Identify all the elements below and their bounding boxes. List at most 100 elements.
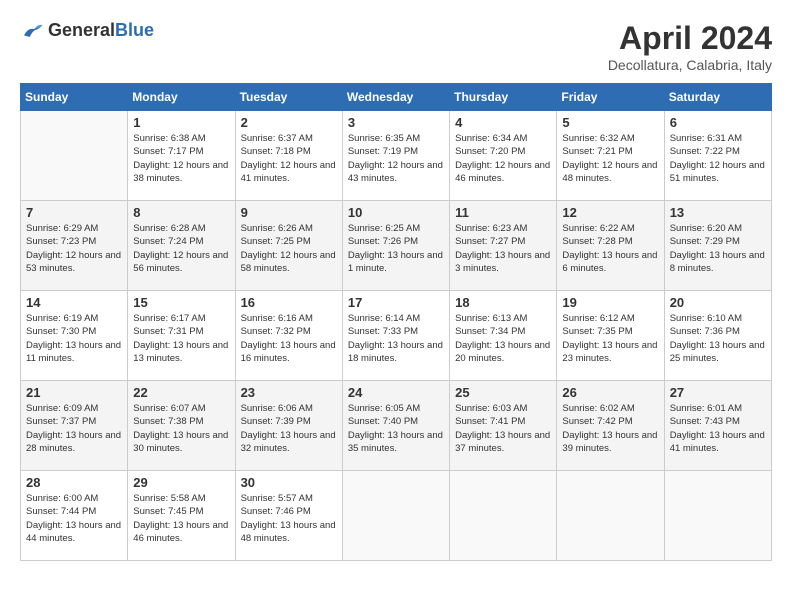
day-number: 6	[670, 115, 766, 130]
calendar-cell	[342, 471, 449, 561]
weekday-header-friday: Friday	[557, 84, 664, 111]
logo-general: General	[48, 20, 115, 40]
day-number: 9	[241, 205, 337, 220]
day-info: Sunrise: 6:31 AMSunset: 7:22 PMDaylight:…	[670, 132, 766, 185]
day-info: Sunrise: 6:06 AMSunset: 7:39 PMDaylight:…	[241, 402, 337, 455]
day-info: Sunrise: 6:05 AMSunset: 7:40 PMDaylight:…	[348, 402, 444, 455]
day-number: 24	[348, 385, 444, 400]
day-number: 4	[455, 115, 551, 130]
day-number: 1	[133, 115, 229, 130]
logo-text: GeneralBlue	[48, 20, 154, 41]
day-info: Sunrise: 6:28 AMSunset: 7:24 PMDaylight:…	[133, 222, 229, 275]
day-number: 23	[241, 385, 337, 400]
day-info: Sunrise: 6:19 AMSunset: 7:30 PMDaylight:…	[26, 312, 122, 365]
day-info: Sunrise: 6:17 AMSunset: 7:31 PMDaylight:…	[133, 312, 229, 365]
day-number: 14	[26, 295, 122, 310]
day-info: Sunrise: 6:00 AMSunset: 7:44 PMDaylight:…	[26, 492, 122, 545]
day-info: Sunrise: 6:03 AMSunset: 7:41 PMDaylight:…	[455, 402, 551, 455]
weekday-header-sunday: Sunday	[21, 84, 128, 111]
day-number: 15	[133, 295, 229, 310]
calendar-week-3: 14 Sunrise: 6:19 AMSunset: 7:30 PMDayligh…	[21, 291, 772, 381]
day-info: Sunrise: 5:57 AMSunset: 7:46 PMDaylight:…	[241, 492, 337, 545]
day-number: 10	[348, 205, 444, 220]
day-number: 25	[455, 385, 551, 400]
day-info: Sunrise: 6:01 AMSunset: 7:43 PMDaylight:…	[670, 402, 766, 455]
day-number: 19	[562, 295, 658, 310]
weekday-header-thursday: Thursday	[450, 84, 557, 111]
calendar-cell: 13 Sunrise: 6:20 AMSunset: 7:29 PMDayligh…	[664, 201, 771, 291]
calendar-cell: 1Sunrise: 6:38 AMSunset: 7:17 PMDaylight…	[128, 111, 235, 201]
calendar-cell: 17 Sunrise: 6:14 AMSunset: 7:33 PMDayligh…	[342, 291, 449, 381]
calendar-body: 1Sunrise: 6:38 AMSunset: 7:17 PMDaylight…	[21, 111, 772, 561]
calendar-table: SundayMondayTuesdayWednesdayThursdayFrid…	[20, 83, 772, 561]
day-number: 16	[241, 295, 337, 310]
day-number: 11	[455, 205, 551, 220]
day-number: 28	[26, 475, 122, 490]
calendar-week-1: 1Sunrise: 6:38 AMSunset: 7:17 PMDaylight…	[21, 111, 772, 201]
calendar-cell	[557, 471, 664, 561]
calendar-cell: 30 Sunrise: 5:57 AMSunset: 7:46 PMDayligh…	[235, 471, 342, 561]
page-header: GeneralBlue April 2024 Decollatura, Cala…	[20, 20, 772, 73]
day-number: 5	[562, 115, 658, 130]
day-info: Sunrise: 6:12 AMSunset: 7:35 PMDaylight:…	[562, 312, 658, 365]
calendar-cell: 23 Sunrise: 6:06 AMSunset: 7:39 PMDayligh…	[235, 381, 342, 471]
day-number: 12	[562, 205, 658, 220]
day-number: 8	[133, 205, 229, 220]
logo-icon	[20, 21, 44, 41]
day-info: Sunrise: 6:25 AMSunset: 7:26 PMDaylight:…	[348, 222, 444, 275]
day-info: Sunrise: 6:16 AMSunset: 7:32 PMDaylight:…	[241, 312, 337, 365]
calendar-week-5: 28 Sunrise: 6:00 AMSunset: 7:44 PMDayligh…	[21, 471, 772, 561]
day-number: 3	[348, 115, 444, 130]
day-number: 30	[241, 475, 337, 490]
calendar-cell: 28 Sunrise: 6:00 AMSunset: 7:44 PMDayligh…	[21, 471, 128, 561]
logo: GeneralBlue	[20, 20, 154, 41]
calendar-cell: 12Sunrise: 6:22 AMSunset: 7:28 PMDayligh…	[557, 201, 664, 291]
month-title: April 2024	[608, 20, 772, 57]
weekday-header-tuesday: Tuesday	[235, 84, 342, 111]
calendar-week-4: 21Sunrise: 6:09 AMSunset: 7:37 PMDayligh…	[21, 381, 772, 471]
day-info: Sunrise: 6:23 AMSunset: 7:27 PMDaylight:…	[455, 222, 551, 275]
weekday-header-saturday: Saturday	[664, 84, 771, 111]
day-info: Sunrise: 6:13 AMSunset: 7:34 PMDaylight:…	[455, 312, 551, 365]
day-number: 20	[670, 295, 766, 310]
calendar-cell: 29 Sunrise: 5:58 AMSunset: 7:45 PMDayligh…	[128, 471, 235, 561]
logo-blue: Blue	[115, 20, 154, 40]
calendar-cell: 15 Sunrise: 6:17 AMSunset: 7:31 PMDayligh…	[128, 291, 235, 381]
day-info: Sunrise: 6:26 AMSunset: 7:25 PMDaylight:…	[241, 222, 337, 275]
weekday-header-wednesday: Wednesday	[342, 84, 449, 111]
day-info: Sunrise: 6:29 AMSunset: 7:23 PMDaylight:…	[26, 222, 122, 275]
calendar-cell: 5 Sunrise: 6:32 AMSunset: 7:21 PMDaylight…	[557, 111, 664, 201]
calendar-cell: 2Sunrise: 6:37 AMSunset: 7:18 PMDaylight…	[235, 111, 342, 201]
day-info: Sunrise: 6:32 AMSunset: 7:21 PMDaylight:…	[562, 132, 658, 185]
calendar-cell: 24 Sunrise: 6:05 AMSunset: 7:40 PMDayligh…	[342, 381, 449, 471]
calendar-cell: 6 Sunrise: 6:31 AMSunset: 7:22 PMDaylight…	[664, 111, 771, 201]
day-number: 29	[133, 475, 229, 490]
calendar-cell: 25 Sunrise: 6:03 AMSunset: 7:41 PMDayligh…	[450, 381, 557, 471]
day-number: 17	[348, 295, 444, 310]
day-info: Sunrise: 6:14 AMSunset: 7:33 PMDaylight:…	[348, 312, 444, 365]
calendar-cell	[664, 471, 771, 561]
calendar-cell: 18 Sunrise: 6:13 AMSunset: 7:34 PMDayligh…	[450, 291, 557, 381]
day-number: 2	[241, 115, 337, 130]
calendar-cell: 8 Sunrise: 6:28 AMSunset: 7:24 PMDaylight…	[128, 201, 235, 291]
calendar-cell: 22Sunrise: 6:07 AMSunset: 7:38 PMDayligh…	[128, 381, 235, 471]
calendar-cell: 3Sunrise: 6:35 AMSunset: 7:19 PMDaylight…	[342, 111, 449, 201]
day-info: Sunrise: 5:58 AMSunset: 7:45 PMDaylight:…	[133, 492, 229, 545]
calendar-week-2: 7 Sunrise: 6:29 AMSunset: 7:23 PMDaylight…	[21, 201, 772, 291]
day-number: 18	[455, 295, 551, 310]
day-number: 13	[670, 205, 766, 220]
day-info: Sunrise: 6:10 AMSunset: 7:36 PMDaylight:…	[670, 312, 766, 365]
calendar-cell: 7 Sunrise: 6:29 AMSunset: 7:23 PMDaylight…	[21, 201, 128, 291]
day-info: Sunrise: 6:09 AMSunset: 7:37 PMDaylight:…	[26, 402, 122, 455]
calendar-cell: 26Sunrise: 6:02 AMSunset: 7:42 PMDayligh…	[557, 381, 664, 471]
calendar-cell: 10 Sunrise: 6:25 AMSunset: 7:26 PMDayligh…	[342, 201, 449, 291]
calendar-cell: 21Sunrise: 6:09 AMSunset: 7:37 PMDayligh…	[21, 381, 128, 471]
day-number: 7	[26, 205, 122, 220]
calendar-cell: 11 Sunrise: 6:23 AMSunset: 7:27 PMDayligh…	[450, 201, 557, 291]
day-info: Sunrise: 6:02 AMSunset: 7:42 PMDaylight:…	[562, 402, 658, 455]
title-block: April 2024 Decollatura, Calabria, Italy	[608, 20, 772, 73]
calendar-cell: 16 Sunrise: 6:16 AMSunset: 7:32 PMDayligh…	[235, 291, 342, 381]
day-info: Sunrise: 6:20 AMSunset: 7:29 PMDaylight:…	[670, 222, 766, 275]
location: Decollatura, Calabria, Italy	[608, 57, 772, 73]
day-info: Sunrise: 6:34 AMSunset: 7:20 PMDaylight:…	[455, 132, 551, 185]
